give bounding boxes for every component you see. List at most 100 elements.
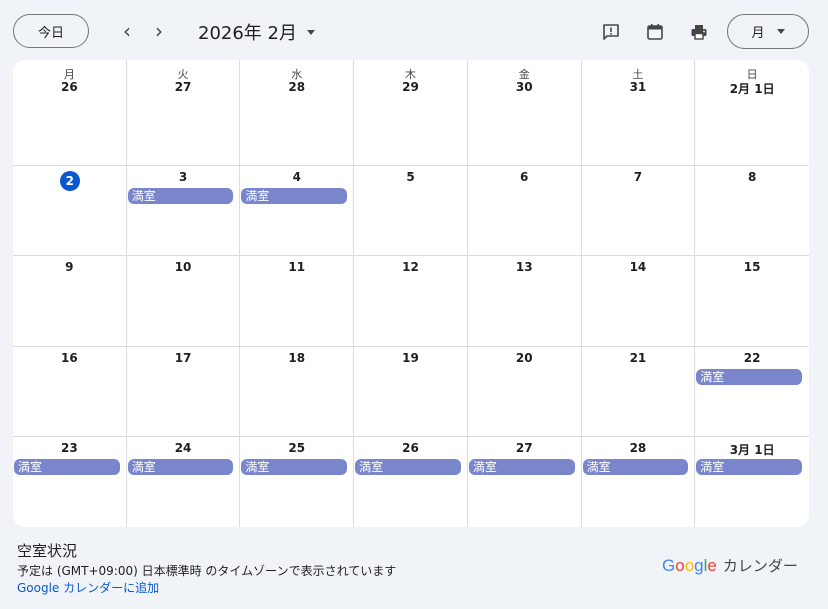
day-cell[interactable]: 26 満室 [354,437,468,527]
day-cell[interactable]: 20 [467,347,582,437]
event-chip[interactable]: 満室 [582,459,689,475]
event-chip[interactable]: 満室 [127,459,234,475]
date-number[interactable]: 28 [582,441,695,455]
day-cell[interactable]: 3月 1日 満室 [695,437,809,527]
calendar-name: 空室状況 [17,542,78,560]
event-chip[interactable]: 満室 [14,459,120,475]
date-number[interactable]: 19 [354,351,467,365]
view-mode-dropdown[interactable]: 月 [727,14,809,49]
date-number[interactable]: 26 [13,80,126,94]
month-title: 2026年 2月 [198,23,297,44]
event-chip[interactable]: 満室 [468,459,575,475]
day-cell[interactable]: 6 [467,166,582,256]
today-button[interactable]: 今日 [13,14,89,48]
day-cell[interactable]: 11 [240,256,355,347]
date-number[interactable]: 22 [695,351,809,365]
date-number[interactable]: 12 [354,260,467,274]
date-number[interactable]: 29 [354,80,467,94]
date-number[interactable]: 18 [240,351,353,365]
print-icon[interactable] [687,20,711,44]
day-cell[interactable]: 14 [581,256,696,347]
date-number[interactable]: 24 [127,441,240,455]
date-number[interactable]: 3月 1日 [695,441,809,458]
calendar-icon[interactable] [643,20,667,44]
day-cell[interactable]: 13 [467,256,582,347]
date-number[interactable]: 21 [582,351,695,365]
feedback-icon[interactable] [599,20,623,44]
date-number[interactable]: 6 [468,170,581,184]
date-number[interactable]: 7 [582,170,695,184]
date-number[interactable]: 15 [695,260,809,274]
day-cell[interactable]: 18 [240,347,355,437]
add-to-google-calendar-link[interactable]: Google カレンダーに追加 [17,579,159,596]
day-cell[interactable]: 7 [581,166,696,256]
day-cell[interactable]: 水 28 [240,60,355,166]
google-logo: Google [662,556,717,576]
day-cell[interactable]: 17 [126,347,241,437]
date-number[interactable]: 14 [582,260,695,274]
next-month-button[interactable]: › [146,18,172,44]
date-number[interactable]: 13 [468,260,581,274]
event-chip[interactable]: 満室 [355,459,461,475]
day-cell[interactable]: 3 満室 [126,166,241,256]
date-number[interactable]: 27 [468,441,581,455]
event-chip[interactable]: 満室 [696,459,802,475]
day-cell[interactable]: 12 [354,256,468,347]
day-cell[interactable]: 4 満室 [240,166,355,256]
date-number[interactable]: 10 [127,260,240,274]
google-logo-letter: o [684,555,695,575]
day-cell[interactable]: 19 [354,347,468,437]
day-cell[interactable]: 24 満室 [127,437,241,527]
date-number[interactable]: 23 [13,441,126,455]
event-chip[interactable]: 満室 [127,188,234,204]
day-cell[interactable]: 8 [695,166,809,256]
brand-text: カレンダー [722,557,798,575]
day-cell[interactable]: 10 [126,256,241,347]
google-logo-letter: G [662,555,676,575]
event-chip[interactable]: 満室 [241,459,348,475]
day-cell[interactable]: 月 26 [13,60,127,166]
day-cell[interactable]: 火 27 [126,60,241,166]
day-cell[interactable]: 9 [13,256,127,347]
date-number[interactable]: 28 [240,80,353,94]
event-chip[interactable]: 満室 [241,188,348,204]
day-cell[interactable]: 日 2月 1日 [695,60,809,166]
date-number[interactable]: 9 [13,260,126,274]
month-title-dropdown[interactable]: 2026年 2月 [198,18,315,46]
date-number[interactable]: 2月 1日 [695,80,809,97]
date-number[interactable]: 16 [13,351,126,365]
date-number[interactable]: 11 [240,260,353,274]
date-number[interactable]: 5 [354,170,467,184]
date-number[interactable]: 26 [354,441,467,455]
date-number-today[interactable]: 2 [59,171,80,191]
day-cell[interactable]: 15 [695,256,809,347]
day-cell[interactable]: 木 29 [354,60,468,166]
date-number[interactable]: 30 [468,80,581,94]
day-cell[interactable]: 16 [13,347,127,437]
date-number[interactable]: 3 [127,170,240,184]
day-cell[interactable]: 23 満室 [13,437,127,527]
date-number[interactable]: 4 [240,170,353,184]
day-cell[interactable]: 22 満室 [695,347,809,437]
event-chip[interactable]: 満室 [696,369,802,385]
google-logo-letter: g [694,555,704,575]
caret-down-icon [776,29,785,34]
previous-month-button[interactable]: ‹ [114,18,140,44]
google-calendar-brand[interactable]: Google カレンダー [662,555,798,576]
date-number[interactable]: 8 [695,170,809,184]
day-cell[interactable]: 2 [13,166,127,256]
day-cell[interactable]: 25 満室 [240,437,355,527]
day-cell[interactable]: 金 30 [467,60,582,166]
date-number[interactable]: 31 [582,80,695,94]
date-number[interactable]: 17 [127,351,240,365]
date-number[interactable]: 27 [127,80,240,94]
date-number[interactable]: 25 [240,441,353,455]
day-cell[interactable]: 28 満室 [582,437,696,527]
date-number[interactable]: 20 [468,351,581,365]
day-cell[interactable]: 27 満室 [468,437,582,527]
day-cell[interactable]: 5 [354,166,468,256]
day-cell[interactable]: 土 31 [581,60,696,166]
google-logo-letter: o [675,555,685,575]
google-logo-letter: e [707,555,717,575]
day-cell[interactable]: 21 [581,347,696,437]
